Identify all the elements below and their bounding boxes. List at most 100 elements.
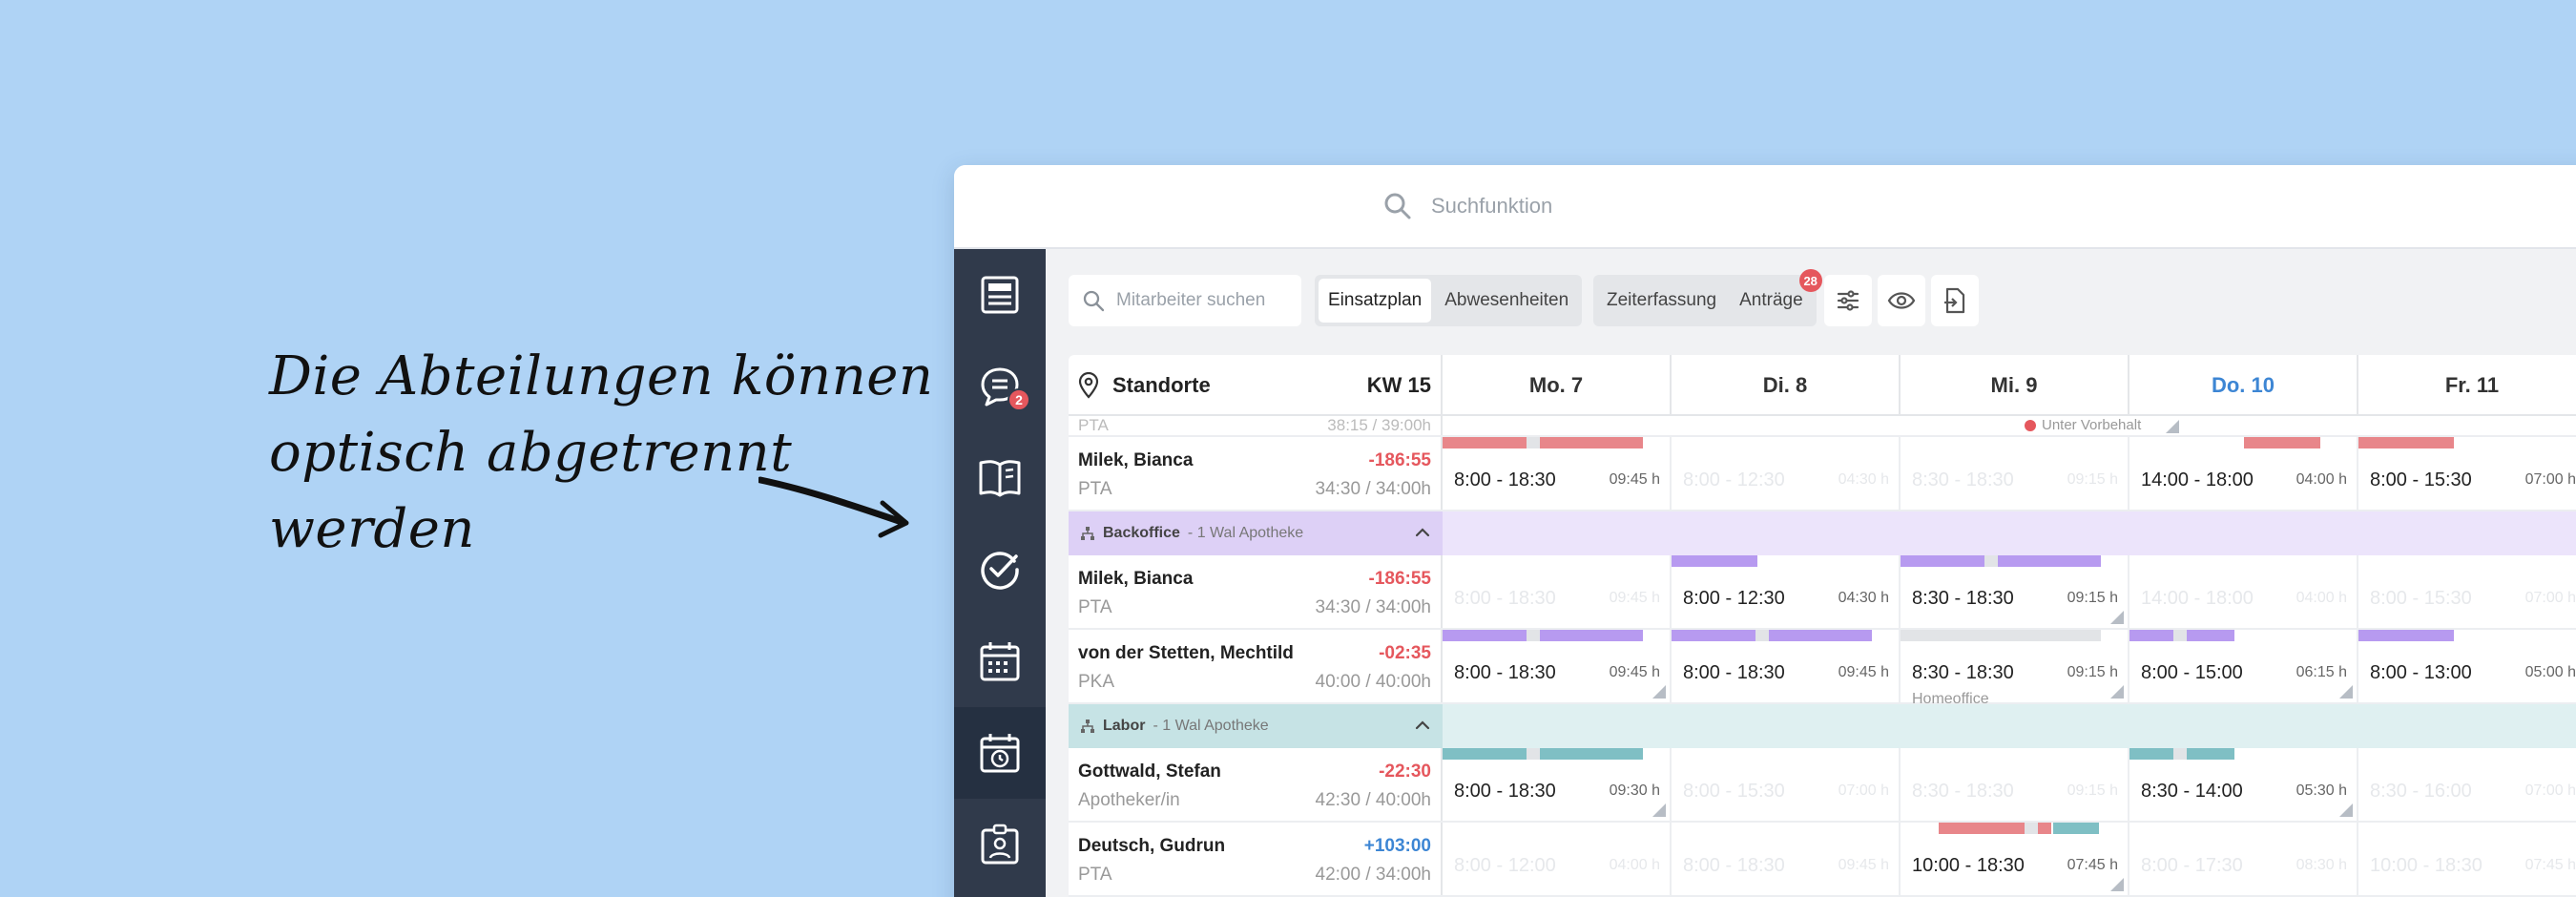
visibility-button[interactable] [1878,275,1925,326]
department-name: Backoffice [1103,525,1180,541]
shift-cell[interactable]: 8:00 - 18:30 09:45 h [1443,555,1672,628]
shift-cell[interactable]: 8:00 - 12:30 04:30 h [1672,437,1901,510]
shift-cell[interactable]: 8:00 - 18:30 09:45 h [1672,823,1901,895]
shift-cell[interactable]: 8:00 - 15:30 07:00 h [2358,437,2576,510]
shift-bar [1672,555,1757,567]
shift-cell[interactable]: 8:30 - 14:00 05:30 h [2129,748,2358,821]
department-label[interactable]: Backoffice - 1 Wal Apotheke [1069,511,1443,555]
module-tabs: Zeiterfassung Anträge 28 [1593,269,1822,326]
shift-time: 8:00 - 15:00 [2141,662,2243,683]
sidebar-item-chat[interactable]: 2 [954,341,1046,432]
check-circle-icon [981,552,1019,590]
department-row[interactable]: Labor - 1 Wal Apotheke [1069,704,2576,748]
department-row[interactable]: Backoffice - 1 Wal Apotheke [1069,511,2576,555]
calendar-grid-icon [980,642,1020,681]
export-button[interactable] [1931,275,1979,326]
employee-balance: -02:35 [1379,643,1431,663]
grid-header: Standorte KW 15 Mo. 7 Di. 8 Mi. 9 Do. 10… [1069,355,2576,416]
sidebar-item-handbook[interactable] [954,432,1046,524]
caption: Die Abteilungen können optisch abgetrenn… [269,339,933,568]
cell-corner-marker [2110,611,2124,624]
department-band [1443,511,2576,555]
shift-time: 8:30 - 14:00 [2141,781,2243,802]
employee-balance: -186:55 [1368,450,1432,470]
shift-duration: 07:00 h [2524,782,2576,799]
shift-cell[interactable]: 8:00 - 17:30 08:30 h [2129,823,2358,895]
employee-search-input[interactable]: Mitarbeiter suchen [1069,275,1301,326]
reservation-note-text: Unter Vorbehalt [2042,417,2142,433]
employee-row: Deutsch, Gudrun +103:00 PTA 42:00 / 34:0… [1069,823,2576,897]
employee-cell[interactable]: Milek, Bianca -186:55 PTA 34:30 / 34:00h [1069,555,1443,628]
day-header-mon[interactable]: Mo. 7 [1443,355,1672,416]
shift-cell[interactable]: 8:30 - 18:30 09:15 h Homeoffice [1901,630,2129,707]
shift-duration: 04:30 h [1838,590,1889,606]
tab-antraege-label: Anträge [1739,290,1803,310]
day-header-wed[interactable]: Mi. 9 [1901,355,2129,416]
shift-duration: 09:45 h [1609,590,1660,606]
employee-search-placeholder: Mitarbeiter suchen [1116,290,1266,310]
cell-corner-marker [2339,803,2353,817]
department-label[interactable]: Labor - 1 Wal Apotheke [1069,704,1443,748]
shift-duration: 04:00 h [2296,471,2347,488]
shift-time: 8:30 - 18:30 [1912,588,2014,609]
shift-cell[interactable]: 14:00 - 18:00 04:00 h [2129,437,2358,510]
tab-antraege[interactable]: Anträge 28 [1730,269,1822,323]
department-location: - 1 Wal Apotheke [1187,525,1304,541]
shift-cell[interactable]: 8:30 - 18:30 09:15 h [1901,437,2129,510]
sidebar-item-schedule[interactable] [954,707,1046,799]
shift-cell[interactable]: 8:30 - 18:30 09:15 h [1901,748,2129,821]
shift-duration: 09:15 h [2067,590,2118,606]
employee-balance: -186:55 [1368,569,1432,589]
shift-cell[interactable]: 14:00 - 18:00 04:00 h [2129,555,2358,628]
shift-cell[interactable]: 10:00 - 18:30 07:45 h [1901,823,2129,895]
employee-balance: -22:30 [1379,761,1431,782]
shift-duration: 04:00 h [2296,590,2347,606]
locations-header[interactable]: Standorte KW 15 [1069,355,1443,416]
break-bar [2025,823,2038,834]
shift-cell[interactable]: 8:00 - 13:00 05:00 h [2358,630,2576,702]
day-header-fri[interactable]: Fr. 11 [2358,355,2576,416]
chevron-up-icon[interactable] [1414,717,1431,734]
shift-cell[interactable]: 8:00 - 18:30 09:30 h [1443,748,1672,821]
employee-role: PTA [1078,479,1112,499]
shift-cell[interactable]: 8:00 - 18:30 09:45 h [1672,630,1901,702]
global-search[interactable]: Suchfunktion [1383,192,1552,220]
tab-einsatzplan[interactable]: Einsatzplan [1319,279,1432,323]
shift-cell[interactable]: 8:00 - 12:00 04:00 h [1443,823,1672,895]
sidebar-item-tasks[interactable] [954,524,1046,615]
employee-cell[interactable]: von der Stetten, Mechtild -02:35 PKA 40:… [1069,630,1443,702]
shift-cell[interactable]: 10:00 - 18:30 07:45 h [2358,823,2576,895]
shift-cell[interactable]: 8:00 - 18:30 09:45 h [1443,437,1672,510]
sidebar-item-calendar[interactable] [954,615,1046,707]
shift-bar [1443,437,1643,448]
employee-cell[interactable]: Milek, Bianca -186:55 PTA 34:30 / 34:00h [1069,437,1443,510]
employee-cell[interactable]: Gottwald, Stefan -22:30 Apotheker/in 42:… [1069,748,1443,821]
shift-cell[interactable]: 8:00 - 15:30 07:00 h [1672,748,1901,821]
tab-zeiterfassung[interactable]: Zeiterfassung [1597,279,1726,323]
day-header-tue[interactable]: Di. 8 [1672,355,1901,416]
sidebar-item-profile[interactable] [954,799,1046,890]
tab-abwesenheiten[interactable]: Abwesenheiten [1435,279,1578,323]
employee-name: Milek, Bianca [1078,569,1194,589]
chevron-up-icon[interactable] [1414,524,1431,541]
shift-cell[interactable]: 8:00 - 15:00 06:15 h [2129,630,2358,702]
partial-row: PTA 38:15 / 39:00h Unter Vorbehalt [1069,416,2576,437]
shift-cell[interactable]: 8:30 - 16:00 07:00 h [2358,748,2576,821]
sidebar-item-news[interactable] [954,249,1046,341]
shift-cell[interactable]: 8:00 - 18:30 09:45 h [1443,630,1672,702]
filter-button[interactable] [1824,275,1872,326]
day-header-thu[interactable]: Do. 10 [2129,355,2358,416]
eye-icon [1887,292,1916,309]
shift-time: 8:30 - 18:30 [1912,781,2014,802]
employee-balance: +103:00 [1363,836,1431,856]
shift-cell[interactable]: 8:30 - 18:30 09:15 h [1901,555,2129,628]
shift-duration: 09:15 h [2067,664,2118,680]
shift-time: 8:00 - 18:30 [1683,662,1785,683]
shift-duration: 07:00 h [1838,782,1889,799]
employee-cell[interactable]: Deutsch, Gudrun +103:00 PTA 42:00 / 34:0… [1069,823,1443,895]
shift-time: 10:00 - 18:30 [2370,855,2483,876]
shift-cell[interactable]: 8:00 - 15:30 07:00 h [2358,555,2576,628]
shift-cell[interactable]: 8:00 - 12:30 04:30 h [1672,555,1901,628]
shift-duration: 09:45 h [1609,471,1660,488]
shift-duration: 07:45 h [2524,857,2576,873]
